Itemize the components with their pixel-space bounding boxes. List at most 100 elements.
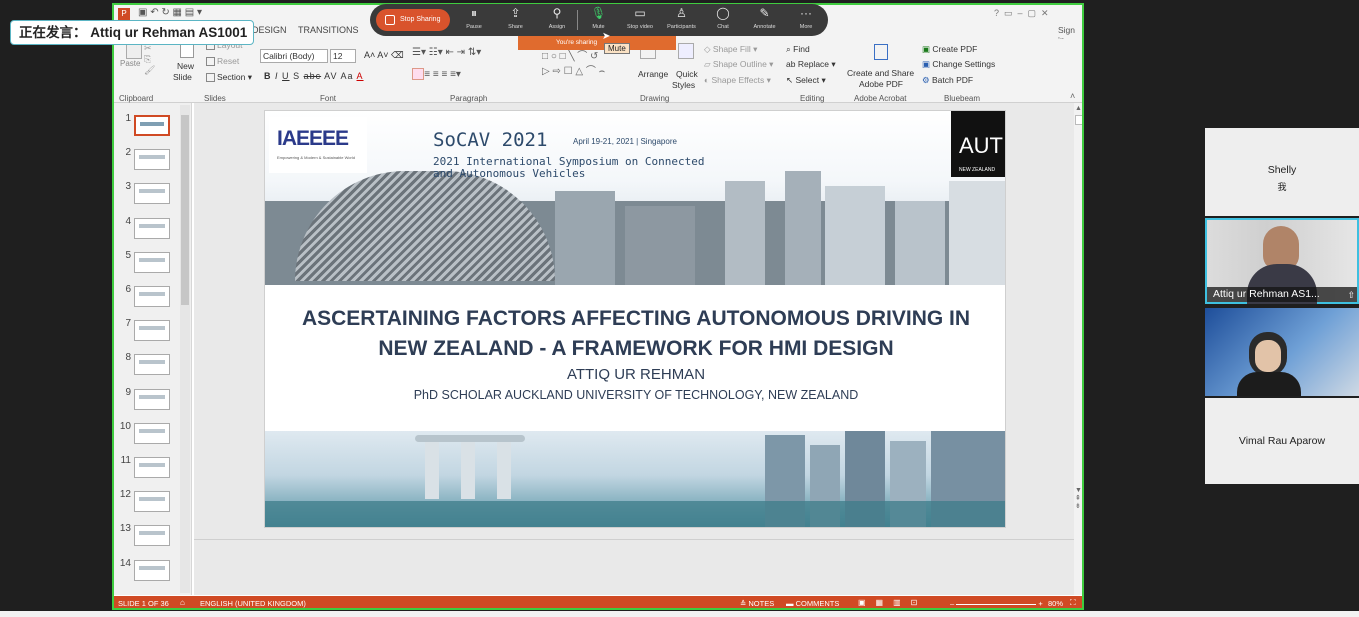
batch-pdf-button[interactable]: Batch PDF [932, 75, 973, 85]
slide-thumbnail[interactable] [134, 388, 170, 410]
slide-thumbnail[interactable] [134, 320, 170, 342]
mouse-cursor-icon: ➤ [602, 31, 611, 42]
spacing-button[interactable]: AV [324, 71, 337, 81]
notes-button[interactable]: NOTES [748, 599, 774, 608]
tab-transitions[interactable]: TRANSITIONS [298, 25, 359, 35]
participant-tile-presenter[interactable] [1205, 308, 1359, 396]
banner-bottom-image [265, 431, 1005, 527]
slide-title-line-2: NEW ZEALAND - A FRAMEWORK FOR HMI DESIGN [378, 337, 894, 360]
toolbar-label: Mute [592, 24, 605, 30]
shape-outline-button[interactable]: Shape Outline [713, 59, 767, 69]
bold-button[interactable]: B [264, 71, 272, 81]
toolbar-share-button[interactable]: ⇪ Share [494, 6, 538, 30]
create-share-button[interactable]: Create and Share [847, 68, 914, 78]
replace-button[interactable]: Replace [798, 59, 829, 69]
shape-effects-button[interactable]: Shape Effects [712, 75, 765, 85]
window-controls[interactable]: ? ▭ – ▢ ✕ [994, 8, 1049, 19]
font-family-select[interactable]: Calibri (Body) [260, 49, 328, 63]
select-button[interactable]: Select [796, 75, 820, 85]
reset-button[interactable]: Reset [217, 56, 239, 66]
change-settings-button[interactable]: Change Settings [932, 59, 995, 69]
tab-design[interactable]: DESIGN [252, 25, 287, 35]
slide-thumbnail[interactable] [134, 559, 170, 581]
shadow-button[interactable]: S [293, 71, 300, 81]
iaeeee-logo: IAEEEE [277, 127, 349, 150]
collapse-ribbon-icon[interactable]: ˄ [1070, 91, 1075, 101]
shape-fill-icon: ◇ [704, 44, 711, 54]
slide-thumbnail[interactable] [134, 457, 170, 478]
change-case-button[interactable]: Aa [340, 71, 353, 81]
active-speaker-banner: 正在发言： Attiq ur Rehman AS1001 [10, 20, 254, 45]
spellcheck-icon[interactable]: ⌂ [180, 598, 185, 607]
create-pdf-icon: ▣ [922, 44, 931, 54]
toolbar-participants-button[interactable]: ♙ Participants [660, 6, 704, 30]
slide-thumbnail[interactable] [134, 354, 170, 376]
quick-access-icons[interactable]: ▣ ↶ ↻ ▦ ▤ ▾ [138, 7, 202, 18]
camera-icon: ▭ [634, 6, 646, 20]
toolbar-label: Pause [466, 24, 482, 30]
aut-logo-sub: NEW ZEALAND [959, 167, 996, 173]
toolbar-pause-button[interactable]: ⏸ Pause [452, 6, 496, 30]
font-size-select[interactable]: 12 [330, 49, 356, 63]
paste-button[interactable]: Paste [120, 59, 140, 68]
slide-thumbnail[interactable] [134, 525, 170, 547]
thumbnail-scrollbar[interactable] [180, 105, 190, 593]
share-status-icon[interactable]: ⇧ [1347, 290, 1355, 301]
arrange-button[interactable]: Arrange [638, 69, 668, 79]
toolbar-chat-button[interactable]: ◯ Chat [701, 6, 745, 30]
new-slide-button[interactable]: New [177, 61, 194, 71]
slide-canvas[interactable]: IAEEEE Empowering & Modern & Sustainable… [264, 110, 1006, 528]
sharing-indicator[interactable]: You're sharing [518, 36, 676, 50]
comments-icon: ▬ [786, 599, 794, 608]
strikethrough-button[interactable]: abc [304, 71, 322, 81]
speaker-prefix: 正在发言： [19, 25, 87, 40]
bluebeam-group-label: Bluebeam [944, 94, 981, 103]
toolbar-assign-button[interactable]: ⚲ Assign [535, 6, 579, 30]
stop-sharing-button[interactable]: Stop Sharing [376, 9, 450, 31]
font-color-button[interactable]: A [357, 71, 364, 81]
aut-logo-text: AUT [959, 133, 1003, 158]
slide-thumbnail[interactable] [134, 217, 170, 239]
slide-thumbnail[interactable] [134, 286, 170, 307]
quick-button[interactable]: Quick [676, 69, 698, 79]
shapes-gallery[interactable]: □ ○ □ ╲ ⌒ ↺ ▷ ⇨ ☐ △ ⌒ ⌢ [542, 47, 605, 77]
slide-thumbnail[interactable] [134, 149, 170, 171]
find-button[interactable]: Find [793, 44, 810, 54]
italic-button[interactable]: I [275, 71, 279, 81]
toolbar-more-button[interactable]: ··· More [784, 6, 828, 30]
toolbar-stop-video-button[interactable]: ▭ Stop video [618, 6, 662, 30]
section-button[interactable]: Section [217, 72, 245, 82]
slide-thumbnail[interactable] [134, 183, 170, 205]
participant-tile-shelly[interactable]: Shelly 我 [1205, 128, 1359, 216]
language-status[interactable]: ENGLISH (UNITED KINGDOM) [200, 599, 306, 608]
fit-slide-icon[interactable]: ⛶ [1070, 598, 1076, 608]
thumbnail-number: 12 [119, 489, 131, 501]
esplanade-dome-shape [295, 171, 555, 281]
slide-scrollbar[interactable]: ▲ ▼ ⇞ ⇟ [1074, 103, 1082, 595]
slide-thumbnail[interactable] [134, 251, 170, 273]
new-slide-label[interactable]: Slide [173, 72, 192, 82]
thumbnail-number: 5 [125, 249, 131, 261]
participant-tile-attiq[interactable]: Attiq ur Rehman AS1... ⇧ [1205, 218, 1359, 304]
slide-thumbnail[interactable] [134, 115, 170, 136]
thumbnail-number: 13 [119, 523, 131, 535]
view-buttons[interactable]: ▣▦▥⊡ [858, 598, 927, 607]
zoom-slider[interactable]: – + [950, 599, 1043, 608]
slide-thumbnail[interactable] [134, 422, 170, 444]
toolbar-annotate-button[interactable]: ✎ Annotate [743, 6, 787, 30]
slide-thumbnail[interactable] [134, 491, 170, 513]
styles-button[interactable]: Styles [672, 80, 695, 90]
underline-button[interactable]: U [282, 71, 290, 81]
adobe-pdf-label[interactable]: Adobe PDF [859, 79, 903, 89]
clipboard-small-icons[interactable]: ✂ ⎘ 🖌 [144, 43, 155, 76]
shape-fill-button[interactable]: Shape Fill [713, 44, 751, 54]
comments-button[interactable]: COMMENTS [796, 599, 840, 608]
create-pdf-button[interactable]: Create PDF [932, 44, 977, 54]
thumbnail-number: 2 [125, 147, 131, 159]
font-grow-shrink-icons[interactable]: A˄ A˅ ⌫ [364, 50, 404, 61]
conference-dates: April 19-21, 2021 | Singapore [573, 137, 677, 146]
toolbar-mute-button[interactable]: 🎙 Mute [577, 6, 621, 30]
list-buttons[interactable]: ☰▾ ☷▾ ⇤ ⇥ ⇅▾ [412, 47, 481, 58]
participant-tile-vimal[interactable]: Vimal Rau Aparow [1205, 398, 1359, 484]
stop-sharing-label: Stop Sharing [400, 16, 441, 23]
